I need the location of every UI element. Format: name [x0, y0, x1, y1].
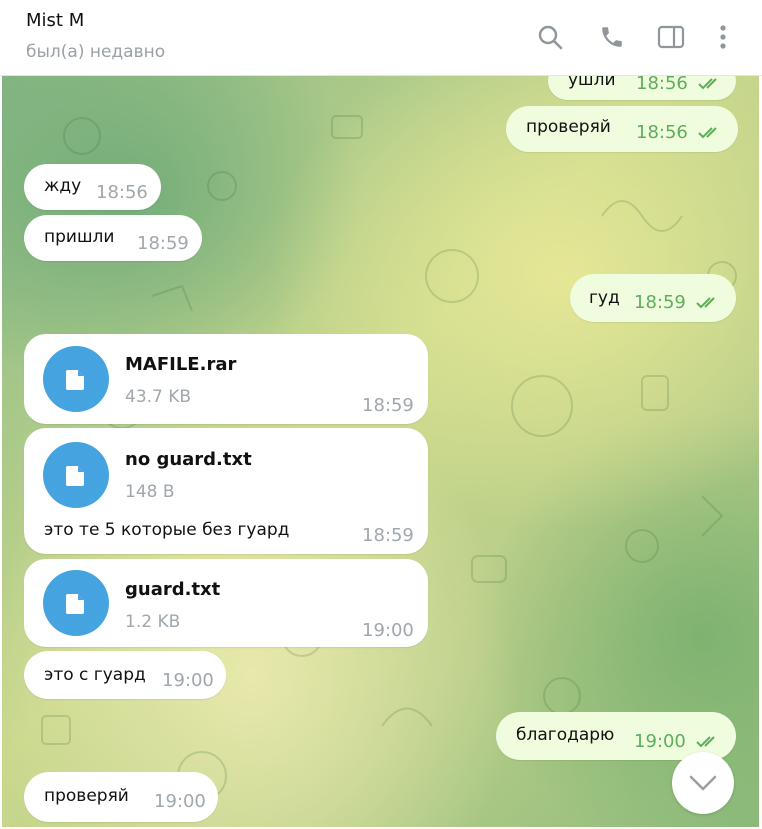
message-time: 18:59: [137, 233, 189, 254]
scroll-down-button[interactable]: [672, 752, 734, 814]
message-text: проверяй: [44, 786, 129, 806]
message-incoming[interactable]: жду 18:56: [24, 164, 161, 210]
message-time: 19:00: [634, 731, 686, 752]
sidebar-toggle-icon[interactable]: [656, 22, 686, 52]
message-text: ушли: [568, 76, 616, 90]
file-name[interactable]: MAFILE.rar: [125, 354, 236, 375]
file-message[interactable]: MAFILE.rar 43.7 KB 18:59: [24, 334, 428, 424]
message-incoming[interactable]: проверяй 19:00: [24, 772, 218, 822]
file-size: 43.7 KB: [125, 387, 192, 407]
message-text: жду: [44, 176, 82, 196]
file-size: 148 B: [125, 482, 175, 502]
message-incoming[interactable]: это с гуард 19:00: [24, 651, 226, 699]
message-incoming[interactable]: пришли 18:59: [24, 215, 202, 261]
more-vertical-icon[interactable]: [708, 22, 738, 52]
file-size: 1.2 KB: [125, 612, 181, 632]
file-message[interactable]: no guard.txt 148 B это те 5 которые без …: [24, 428, 428, 554]
message-outgoing[interactable]: гуд 18:59: [570, 274, 736, 322]
message-time: 18:56: [96, 182, 148, 203]
file-icon[interactable]: [43, 570, 109, 636]
message-time: 19:00: [362, 620, 414, 641]
message-outgoing[interactable]: проверяй 18:56: [506, 106, 738, 152]
message-text: гуд: [589, 288, 620, 308]
message-time: 18:59: [362, 525, 414, 546]
chevron-down-icon: [689, 775, 717, 791]
phone-icon[interactable]: [597, 22, 627, 52]
file-message[interactable]: guard.txt 1.2 KB 19:00: [24, 559, 428, 647]
chat-status: был(а) недавно: [26, 42, 166, 62]
message-text: благодарю: [516, 725, 615, 745]
message-time: 18:56: [636, 122, 688, 143]
double-check-icon: [696, 736, 715, 748]
message-time: 18:56: [636, 76, 688, 94]
search-icon[interactable]: [535, 22, 565, 52]
message-time: 18:59: [362, 395, 414, 416]
message-time: 19:00: [162, 670, 214, 691]
message-time: 18:59: [634, 292, 686, 313]
message-text: это с гуард: [44, 665, 146, 685]
message-text: пришли: [44, 227, 115, 247]
file-caption: это те 5 которые без гуард: [44, 520, 290, 540]
chat-title[interactable]: Mist M: [26, 10, 84, 31]
file-icon[interactable]: [43, 442, 109, 508]
file-icon[interactable]: [43, 346, 109, 412]
file-name[interactable]: guard.txt: [125, 579, 220, 600]
double-check-icon: [696, 297, 715, 309]
message-text: проверяй: [526, 117, 611, 137]
message-outgoing[interactable]: ушли 18:56: [548, 76, 736, 100]
file-name[interactable]: no guard.txt: [125, 449, 252, 470]
chat-header: Mist M был(а) недавно: [0, 0, 762, 76]
double-check-icon: [698, 78, 717, 90]
chat-area[interactable]: ушли 18:56 проверяй 18:56 жду 18:56 приш…: [2, 76, 759, 827]
double-check-icon: [698, 127, 717, 139]
message-time: 19:00: [154, 791, 206, 812]
